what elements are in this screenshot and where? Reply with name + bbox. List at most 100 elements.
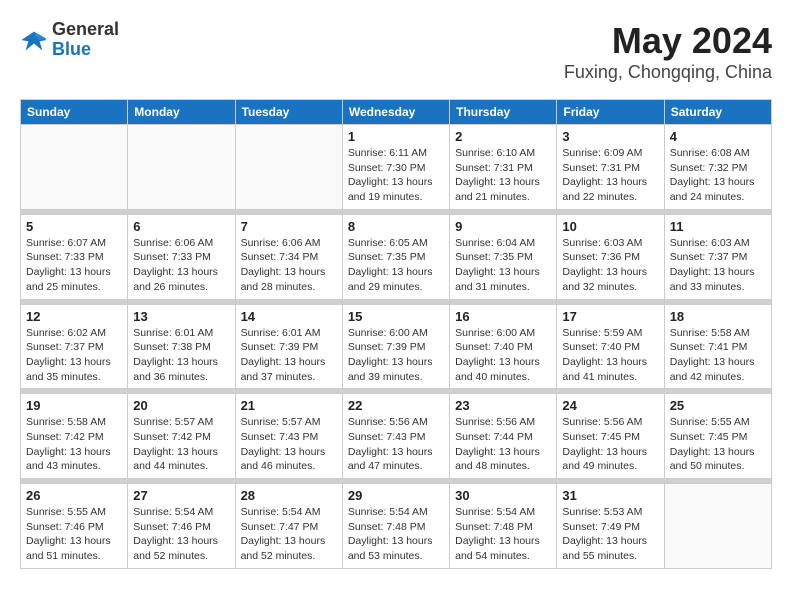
day-info: Sunrise: 5:54 AM Sunset: 7:48 PM Dayligh… [348, 505, 444, 564]
title-block: May 2024 Fuxing, Chongqing, China [564, 20, 772, 83]
day-number: 18 [670, 309, 766, 324]
day-number: 4 [670, 129, 766, 144]
day-number: 27 [133, 488, 229, 503]
calendar-table: SundayMondayTuesdayWednesdayThursdayFrid… [20, 99, 772, 569]
day-info: Sunrise: 5:58 AM Sunset: 7:42 PM Dayligh… [26, 415, 122, 474]
calendar-cell: 25Sunrise: 5:55 AM Sunset: 7:45 PM Dayli… [664, 394, 771, 479]
calendar-cell: 2 Sunrise: 6:10 AM Sunset: 7:31 PM Daylig… [450, 125, 557, 210]
location: Fuxing, Chongqing, China [564, 62, 772, 83]
day-info: Sunrise: 6:06 AM Sunset: 7:34 PM Dayligh… [241, 236, 337, 295]
weekday-header: Tuesday [235, 100, 342, 125]
logo-bird-icon [20, 26, 48, 54]
calendar-cell: 21Sunrise: 5:57 AM Sunset: 7:43 PM Dayli… [235, 394, 342, 479]
calendar-week-row: 26 Sunrise: 5:55 AM Sunset: 7:46 PM Dayli… [21, 484, 772, 569]
weekday-header: Sunday [21, 100, 128, 125]
day-number: 8 [348, 219, 444, 234]
day-info: Sunrise: 6:03 AM Sunset: 7:36 PM Dayligh… [562, 236, 658, 295]
day-info: Sunrise: 5:56 AM Sunset: 7:43 PM Dayligh… [348, 415, 444, 474]
day-number: 20 [133, 398, 229, 413]
weekday-header: Wednesday [342, 100, 449, 125]
calendar-cell: 27 Sunrise: 5:54 AM Sunset: 7:46 PM Dayli… [128, 484, 235, 569]
day-number: 30 [455, 488, 551, 503]
day-info: Sunrise: 5:54 AM Sunset: 7:47 PM Dayligh… [241, 505, 337, 564]
calendar-cell: 11 Sunrise: 6:03 AM Sunset: 7:37 PM Dayli… [664, 214, 771, 299]
day-info: Sunrise: 6:10 AM Sunset: 7:31 PM Dayligh… [455, 146, 551, 205]
day-info: Sunrise: 6:00 AM Sunset: 7:39 PM Dayligh… [348, 326, 444, 385]
day-number: 26 [26, 488, 122, 503]
calendar-cell: 20Sunrise: 5:57 AM Sunset: 7:42 PM Dayli… [128, 394, 235, 479]
logo-blue: Blue [52, 40, 119, 60]
logo: General Blue [20, 20, 119, 60]
calendar-cell: 4Sunrise: 6:08 AM Sunset: 7:32 PM Daylig… [664, 125, 771, 210]
month-title: May 2024 [564, 20, 772, 62]
day-number: 1 [348, 129, 444, 144]
calendar-cell: 8 Sunrise: 6:05 AM Sunset: 7:35 PM Daylig… [342, 214, 449, 299]
day-number: 5 [26, 219, 122, 234]
calendar-cell: 1Sunrise: 6:11 AM Sunset: 7:30 PM Daylig… [342, 125, 449, 210]
day-number: 31 [562, 488, 658, 503]
day-number: 2 [455, 129, 551, 144]
day-number: 16 [455, 309, 551, 324]
calendar-cell: 23 Sunrise: 5:56 AM Sunset: 7:44 PM Dayli… [450, 394, 557, 479]
day-info: Sunrise: 5:54 AM Sunset: 7:46 PM Dayligh… [133, 505, 229, 564]
day-info: Sunrise: 6:02 AM Sunset: 7:37 PM Dayligh… [26, 326, 122, 385]
calendar-header-row: SundayMondayTuesdayWednesdayThursdayFrid… [21, 100, 772, 125]
calendar-cell: 7 Sunrise: 6:06 AM Sunset: 7:34 PM Daylig… [235, 214, 342, 299]
weekday-header: Thursday [450, 100, 557, 125]
calendar-cell: 30 Sunrise: 5:54 AM Sunset: 7:48 PM Dayli… [450, 484, 557, 569]
day-info: Sunrise: 5:56 AM Sunset: 7:45 PM Dayligh… [562, 415, 658, 474]
calendar-cell: 5 Sunrise: 6:07 AM Sunset: 7:33 PM Daylig… [21, 214, 128, 299]
calendar-cell [664, 484, 771, 569]
calendar-cell: 28 Sunrise: 5:54 AM Sunset: 7:47 PM Dayli… [235, 484, 342, 569]
day-number: 15 [348, 309, 444, 324]
calendar-week-row: 12 Sunrise: 6:02 AM Sunset: 7:37 PM Dayli… [21, 304, 772, 389]
calendar-cell: 19Sunrise: 5:58 AM Sunset: 7:42 PM Dayli… [21, 394, 128, 479]
day-number: 11 [670, 219, 766, 234]
calendar-cell: 17 Sunrise: 5:59 AM Sunset: 7:40 PM Dayli… [557, 304, 664, 389]
day-info: Sunrise: 6:04 AM Sunset: 7:35 PM Dayligh… [455, 236, 551, 295]
page-header: General Blue May 2024 Fuxing, Chongqing,… [20, 20, 772, 83]
day-info: Sunrise: 5:57 AM Sunset: 7:43 PM Dayligh… [241, 415, 337, 474]
calendar-week-row: 1Sunrise: 6:11 AM Sunset: 7:30 PM Daylig… [21, 125, 772, 210]
day-number: 3 [562, 129, 658, 144]
day-number: 23 [455, 398, 551, 413]
day-info: Sunrise: 5:56 AM Sunset: 7:44 PM Dayligh… [455, 415, 551, 474]
calendar-cell: 10 Sunrise: 6:03 AM Sunset: 7:36 PM Dayli… [557, 214, 664, 299]
calendar-cell: 31 Sunrise: 5:53 AM Sunset: 7:49 PM Dayli… [557, 484, 664, 569]
day-number: 28 [241, 488, 337, 503]
weekday-header: Monday [128, 100, 235, 125]
day-info: Sunrise: 6:01 AM Sunset: 7:38 PM Dayligh… [133, 326, 229, 385]
day-info: Sunrise: 5:59 AM Sunset: 7:40 PM Dayligh… [562, 326, 658, 385]
day-info: Sunrise: 5:55 AM Sunset: 7:45 PM Dayligh… [670, 415, 766, 474]
calendar-cell: 24Sunrise: 5:56 AM Sunset: 7:45 PM Dayli… [557, 394, 664, 479]
calendar-cell: 12 Sunrise: 6:02 AM Sunset: 7:37 PM Dayli… [21, 304, 128, 389]
day-info: Sunrise: 6:03 AM Sunset: 7:37 PM Dayligh… [670, 236, 766, 295]
calendar-cell: 9Sunrise: 6:04 AM Sunset: 7:35 PM Daylig… [450, 214, 557, 299]
day-number: 17 [562, 309, 658, 324]
day-info: Sunrise: 6:07 AM Sunset: 7:33 PM Dayligh… [26, 236, 122, 295]
calendar-cell: 29 Sunrise: 5:54 AM Sunset: 7:48 PM Dayli… [342, 484, 449, 569]
calendar-cell: 14 Sunrise: 6:01 AM Sunset: 7:39 PM Dayli… [235, 304, 342, 389]
calendar-cell: 26 Sunrise: 5:55 AM Sunset: 7:46 PM Dayli… [21, 484, 128, 569]
day-number: 22 [348, 398, 444, 413]
weekday-header: Friday [557, 100, 664, 125]
logo-text: General Blue [52, 20, 119, 60]
day-info: Sunrise: 6:05 AM Sunset: 7:35 PM Dayligh… [348, 236, 444, 295]
calendar-cell: 22 Sunrise: 5:56 AM Sunset: 7:43 PM Dayli… [342, 394, 449, 479]
calendar-week-row: 19Sunrise: 5:58 AM Sunset: 7:42 PM Dayli… [21, 394, 772, 479]
calendar-cell [128, 125, 235, 210]
day-info: Sunrise: 6:01 AM Sunset: 7:39 PM Dayligh… [241, 326, 337, 385]
logo-general: General [52, 20, 119, 40]
day-number: 7 [241, 219, 337, 234]
day-number: 14 [241, 309, 337, 324]
day-info: Sunrise: 6:06 AM Sunset: 7:33 PM Dayligh… [133, 236, 229, 295]
day-info: Sunrise: 5:53 AM Sunset: 7:49 PM Dayligh… [562, 505, 658, 564]
calendar-cell [21, 125, 128, 210]
day-number: 10 [562, 219, 658, 234]
day-info: Sunrise: 5:54 AM Sunset: 7:48 PM Dayligh… [455, 505, 551, 564]
calendar-cell: 15 Sunrise: 6:00 AM Sunset: 7:39 PM Dayli… [342, 304, 449, 389]
day-number: 29 [348, 488, 444, 503]
calendar-cell [235, 125, 342, 210]
day-number: 12 [26, 309, 122, 324]
day-info: Sunrise: 5:55 AM Sunset: 7:46 PM Dayligh… [26, 505, 122, 564]
